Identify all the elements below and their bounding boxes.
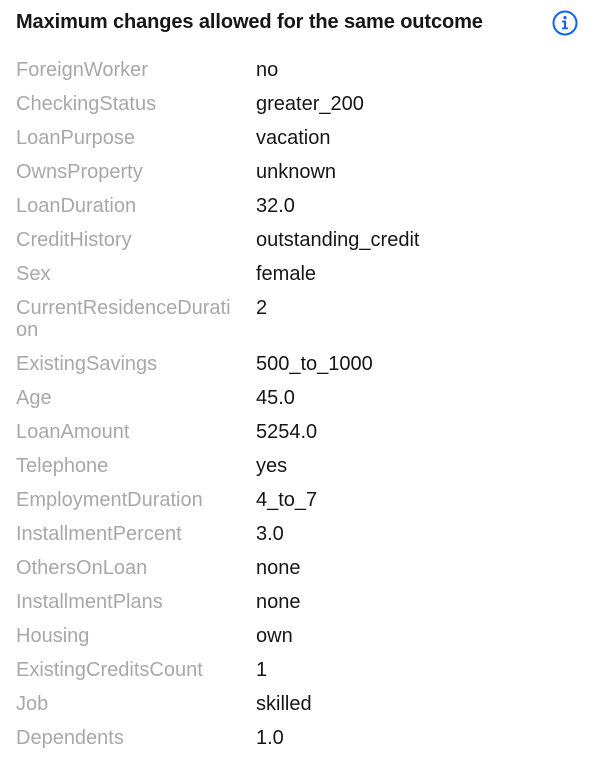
feature-value: none: [256, 591, 301, 613]
feature-value: outstanding_credit: [256, 229, 420, 251]
feature-value: own: [256, 625, 293, 647]
list-item: LoanAmount 5254.0: [16, 415, 586, 449]
list-item: Dependents 1.0: [16, 721, 586, 755]
feature-label: Housing: [16, 625, 90, 647]
feature-label: Job: [16, 693, 49, 715]
feature-label: CheckingStatus: [16, 93, 157, 115]
feature-label: InstallmentPlans: [16, 591, 163, 613]
feature-label: InstallmentPercent: [16, 523, 182, 545]
feature-value: none: [256, 557, 301, 579]
list-item: InstallmentPlans none: [16, 585, 586, 619]
list-item: CurrentResidenceDuration 2: [16, 291, 586, 347]
feature-label: Dependents: [16, 727, 124, 749]
feature-value: 4_to_7: [256, 489, 318, 511]
feature-label: LoanPurpose: [16, 127, 135, 149]
feature-value: 500_to_1000: [256, 353, 373, 375]
feature-label: OwnsProperty: [16, 161, 143, 183]
feature-label: ForeignWorker: [16, 59, 148, 81]
feature-value: unknown: [256, 161, 337, 183]
feature-value: 1: [256, 659, 268, 681]
list-item: Job skilled: [16, 687, 586, 721]
feature-label: CurrentResidenceDuration: [16, 297, 231, 341]
list-item: Housing own: [16, 619, 586, 653]
feature-value: skilled: [256, 693, 312, 715]
info-icon[interactable]: [552, 10, 578, 36]
list-item: Sex female: [16, 257, 586, 291]
feature-label: ExistingCreditsCount: [16, 659, 203, 681]
list-item: LoanPurpose vacation: [16, 121, 586, 155]
feature-value: 2: [256, 297, 268, 319]
list-item: Age 45.0: [16, 381, 586, 415]
feature-label: OthersOnLoan: [16, 557, 148, 579]
feature-label: EmploymentDuration: [16, 489, 203, 511]
list-item: OwnsProperty unknown: [16, 155, 586, 189]
feature-value: 3.0: [256, 523, 284, 545]
feature-label: Sex: [16, 263, 51, 285]
feature-value: 32.0: [256, 195, 295, 217]
list-item: CreditHistory outstanding_credit: [16, 223, 586, 257]
feature-value: 1.0: [256, 727, 284, 749]
feature-label: Telephone: [16, 455, 109, 477]
panel-header: Maximum changes allowed for the same out…: [16, 0, 586, 46]
feature-value: female: [256, 263, 317, 285]
feature-value: 45.0: [256, 387, 295, 409]
list-item: ForeignWorker no: [16, 53, 586, 87]
list-item: LoanDuration 32.0: [16, 189, 586, 223]
feature-label: LoanDuration: [16, 195, 137, 217]
list-item: ExistingSavings 500_to_1000: [16, 347, 586, 381]
list-item: OthersOnLoan none: [16, 551, 586, 585]
feature-label: LoanAmount: [16, 421, 130, 443]
feature-label: CreditHistory: [16, 229, 132, 251]
feature-value: 5254.0: [256, 421, 318, 443]
list-item: ExistingCreditsCount 1: [16, 653, 586, 687]
changes-panel: Maximum changes allowed for the same out…: [0, 0, 602, 766]
panel-title: Maximum changes allowed for the same out…: [16, 11, 483, 33]
feature-value: vacation: [256, 127, 331, 149]
feature-value: greater_200: [256, 93, 364, 115]
feature-value: no: [256, 59, 279, 81]
feature-value: yes: [256, 455, 288, 477]
feature-label: Age: [16, 387, 52, 409]
list-item: EmploymentDuration 4_to_7: [16, 483, 586, 517]
list-item: CheckingStatus greater_200: [16, 87, 586, 121]
feature-list: ForeignWorker no CheckingStatus greater_…: [16, 53, 586, 755]
feature-label: ExistingSavings: [16, 353, 158, 375]
list-item: InstallmentPercent 3.0: [16, 517, 586, 551]
list-item: Telephone yes: [16, 449, 586, 483]
